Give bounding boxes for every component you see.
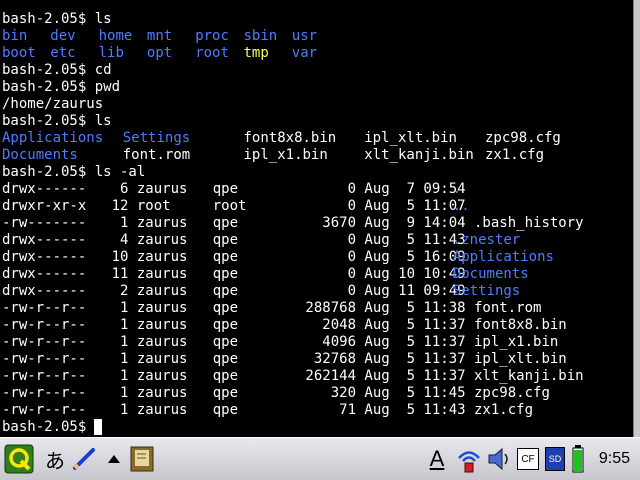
cf-card-label: CF bbox=[521, 453, 535, 465]
terminal-text: root bbox=[195, 45, 229, 61]
cf-card-icon: CF bbox=[517, 448, 539, 470]
terminal-text: etc bbox=[50, 45, 76, 61]
terminal-text: Documents bbox=[2, 147, 78, 163]
terminal-text: bin bbox=[2, 28, 28, 44]
terminal-text: -rw-r--r-- 1 zaurus qpe 71 Aug 5 11:43 z… bbox=[2, 402, 534, 418]
terminal-text: drwx------ 4 zaurus qpe 0 Aug 5 11:43 bbox=[2, 232, 475, 248]
terminal-text: -rw-r--r-- 1 zaurus qpe 288768 Aug 5 11:… bbox=[2, 300, 542, 316]
terminal-app-icon bbox=[130, 446, 154, 472]
terminal-text: -rw-r--r-- 1 zaurus qpe 32768 Aug 5 11:3… bbox=[2, 351, 567, 367]
terminal-text: ipl_xlt.bin bbox=[364, 130, 457, 146]
terminal-text: tmp bbox=[243, 45, 269, 61]
terminal-text: var bbox=[291, 45, 318, 61]
terminal-text: mnt bbox=[146, 28, 173, 44]
terminal-text: zpc98.cfg bbox=[485, 130, 561, 146]
terminal-text: drwx------ 2 zaurus qpe 0 Aug 11 09:49 bbox=[2, 283, 475, 299]
volume-control[interactable] bbox=[486, 445, 514, 473]
terminal-text: . bbox=[452, 181, 462, 197]
terminal-text: -rw-r--r-- 1 zaurus qpe 4096 Aug 5 11:37… bbox=[2, 334, 559, 350]
start-button[interactable] bbox=[3, 444, 35, 474]
terminal-scrollbar[interactable] bbox=[633, 0, 640, 437]
input-method-label: あ bbox=[45, 448, 65, 473]
terminal-text: bash-2.05$ ls -al bbox=[2, 164, 146, 180]
clock[interactable]: 9:55 bbox=[599, 450, 630, 468]
terminal-text: lib bbox=[98, 45, 124, 61]
terminal-cursor bbox=[94, 419, 102, 435]
terminal-window[interactable]: bash-2.05$ ls bin dev home mnt proc sbin usr boo… bbox=[0, 0, 633, 437]
sd-card-icon: SD bbox=[545, 447, 565, 471]
pen-icon bbox=[73, 448, 95, 470]
terminal-text: opt bbox=[146, 45, 173, 61]
terminal-text: xlt_kanji.bin bbox=[364, 147, 474, 163]
terminal-text: Applications bbox=[452, 249, 554, 265]
terminal-text: zx1.cfg bbox=[485, 147, 545, 163]
terminal-text: dev bbox=[50, 28, 76, 44]
taskbar: あ A CF SD 9:55 bbox=[0, 437, 640, 480]
terminal-text: .. bbox=[452, 198, 470, 214]
terminal-text: bash-2.05$ ls bbox=[2, 11, 112, 27]
terminal-text: Settings bbox=[122, 130, 191, 146]
terminal-text: usr bbox=[291, 28, 318, 44]
terminal-text: -rw------- 1 zaurus qpe 3670 Aug 9 14:04… bbox=[2, 215, 584, 231]
keyboard-a-label: A bbox=[429, 446, 445, 471]
volume-icon bbox=[488, 447, 508, 471]
terminal-text: Applications bbox=[2, 130, 104, 146]
terminal-text: Documents bbox=[452, 266, 529, 282]
terminal-text: -rw-r--r-- 1 zaurus qpe 2048 Aug 5 11:37… bbox=[2, 317, 567, 333]
terminal-text: sbin bbox=[243, 28, 278, 44]
keyboard-button[interactable]: A bbox=[422, 445, 452, 473]
terminal-text: bash-2.05$ bbox=[2, 419, 95, 435]
network-status[interactable] bbox=[454, 445, 484, 473]
terminal-text: home bbox=[98, 28, 133, 44]
terminal-text: .znester bbox=[452, 232, 521, 248]
terminal-text: proc bbox=[195, 28, 229, 44]
terminal-text: drwx------ 11 zaurus qpe 0 Aug 10 10:49 bbox=[2, 266, 475, 282]
terminal-text: /home/zaurus bbox=[2, 96, 104, 112]
input-toggle-button[interactable] bbox=[104, 445, 124, 473]
battery-status[interactable] bbox=[569, 445, 587, 473]
taskbar-app-terminal[interactable] bbox=[128, 445, 156, 473]
terminal-text: boot bbox=[2, 45, 36, 61]
sd-card-label: SD bbox=[548, 454, 562, 464]
handwriting-button[interactable] bbox=[70, 445, 98, 473]
terminal-text: Settings bbox=[452, 283, 521, 299]
terminal-text: bash-2.05$ cd bbox=[2, 62, 112, 78]
terminal-text: ipl_x1.bin bbox=[243, 147, 328, 163]
cf-card-status[interactable]: CF bbox=[516, 445, 540, 473]
terminal-text: font.rom bbox=[122, 147, 191, 163]
q-start-icon bbox=[4, 444, 34, 474]
terminal-text: drwxr-xr-x 12 root root 0 Aug 5 11:07 bbox=[2, 198, 475, 214]
battery-icon bbox=[572, 445, 584, 473]
terminal-text: -rw-r--r-- 1 zaurus qpe 320 Aug 5 11:45 … bbox=[2, 385, 550, 401]
terminal-text: drwx------ 10 zaurus qpe 0 Aug 5 16:09 bbox=[2, 249, 475, 265]
terminal-text: bash-2.05$ ls bbox=[2, 113, 112, 129]
sd-card-status[interactable]: SD bbox=[543, 445, 567, 473]
terminal-text: bash-2.05$ pwd bbox=[2, 79, 121, 95]
terminal-text: font8x8.bin bbox=[243, 130, 337, 146]
wifi-icon bbox=[458, 451, 480, 473]
input-method-button[interactable]: あ bbox=[42, 445, 68, 473]
terminal-text: -rw-r--r-- 1 zaurus qpe 262144 Aug 5 11:… bbox=[2, 368, 584, 384]
up-arrow-icon bbox=[108, 455, 120, 463]
terminal-text: drwx------ 6 zaurus qpe 0 Aug 7 09:54 bbox=[2, 181, 475, 197]
